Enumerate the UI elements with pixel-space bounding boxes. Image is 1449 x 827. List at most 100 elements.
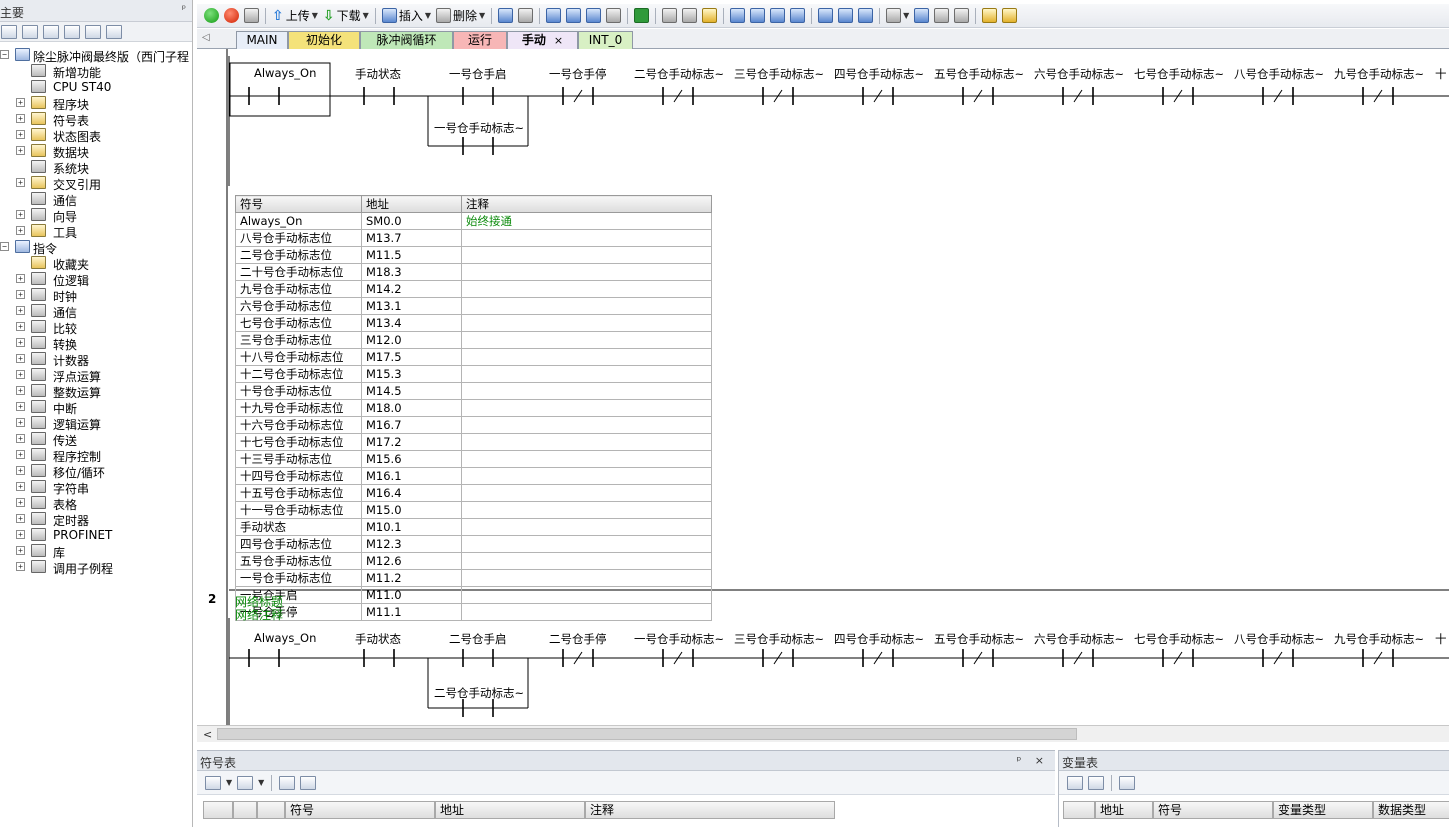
tree-item[interactable]: + 转换 — [0, 335, 193, 352]
create-pou-icon[interactable] — [279, 775, 296, 790]
contact-label[interactable]: 六号仓手动标志~ — [1034, 66, 1124, 82]
contact-label[interactable]: 十 — [1435, 631, 1447, 647]
compile-button[interactable] — [243, 7, 260, 25]
tree-item[interactable]: + 传送 — [0, 431, 193, 448]
insert-down-branch-button[interactable] — [749, 7, 766, 25]
contact-label[interactable]: 四号仓手动标志~ — [834, 631, 924, 647]
block-button[interactable] — [545, 7, 562, 25]
expand-icon[interactable]: + — [16, 546, 25, 555]
contact-label[interactable]: Always_On — [254, 631, 316, 645]
tab-5[interactable]: INT_0 — [578, 31, 633, 49]
delete-row-dropdown-icon[interactable]: ▼ — [258, 778, 264, 787]
contact-label[interactable]: Always_On — [254, 66, 316, 80]
expand-icon[interactable]: + — [16, 354, 25, 363]
insert-coil-button[interactable] — [837, 7, 854, 25]
contact-label[interactable]: 九号仓手动标志~ — [1334, 66, 1424, 82]
tree-item[interactable]: + 数据块 — [0, 143, 193, 160]
tree-item[interactable]: + 调用子例程 — [0, 559, 193, 576]
tree-item[interactable]: 系统块 — [0, 159, 193, 176]
tree-item[interactable]: + 整数运算 — [0, 383, 193, 400]
tree-item[interactable]: − 指令 — [0, 239, 193, 256]
expand-icon[interactable]: + — [16, 98, 25, 107]
expand-icon[interactable]: + — [16, 562, 25, 571]
tree-item[interactable]: + 向导 — [0, 207, 193, 224]
tree-item[interactable]: + 位逻辑 — [0, 271, 193, 288]
apply-icon[interactable] — [300, 775, 317, 790]
tree-item[interactable]: + 时钟 — [0, 287, 193, 304]
expand-icon[interactable]: + — [16, 498, 25, 507]
tree-item[interactable]: + 交叉引用 — [0, 175, 193, 192]
symbol-table-controls[interactable]: ᵖ × — [1017, 754, 1049, 767]
expand-icon[interactable]: + — [16, 482, 25, 491]
tree-item[interactable]: 通信 — [0, 191, 193, 208]
expand-icon[interactable]: + — [16, 338, 25, 347]
tree-item[interactable]: + 程序控制 — [0, 447, 193, 464]
tab-4[interactable]: 手动 × — [507, 31, 578, 49]
delete-dropdown-icon[interactable]: ▼ — [479, 11, 485, 20]
contact-label[interactable]: 五号仓手动标志~ — [934, 631, 1024, 647]
tree-item[interactable]: + 状态图表 — [0, 127, 193, 144]
contact-label[interactable]: 三号仓手动标志~ — [734, 631, 824, 647]
properties-button[interactable] — [1001, 7, 1018, 25]
tab-0[interactable]: MAIN — [236, 31, 288, 49]
tree-item[interactable]: + 定时器 — [0, 511, 193, 528]
protect-button[interactable] — [681, 7, 698, 25]
contact-label[interactable]: 二号仓手动标志~ — [634, 66, 724, 82]
tree-item[interactable]: + 浮点运算 — [0, 367, 193, 384]
insert-right-line-button[interactable] — [789, 7, 806, 25]
contact-label[interactable]: 八号仓手动标志~ — [1234, 631, 1324, 647]
insert-button[interactable]: 插入 ▼ — [381, 7, 432, 25]
contact-label[interactable]: 五号仓手动标志~ — [934, 66, 1024, 82]
expand-icon[interactable]: + — [16, 386, 25, 395]
collapse-icon[interactable]: − — [0, 242, 9, 251]
apply-variable-icon[interactable] — [1119, 775, 1135, 790]
upload-button[interactable]: ⇧ 上传 ▼ — [271, 7, 319, 25]
insert-contact-button[interactable] — [817, 7, 834, 25]
tab-3[interactable]: 运行 — [453, 31, 507, 49]
stop-button[interactable] — [223, 7, 240, 25]
expand-icon[interactable]: + — [16, 130, 25, 139]
tree-item[interactable]: + 通信 — [0, 303, 193, 320]
tree-item[interactable]: + 表格 — [0, 495, 193, 512]
tree-item[interactable]: + 比较 — [0, 319, 193, 336]
contact-label[interactable]: 九号仓手动标志~ — [1334, 631, 1424, 647]
tree-item[interactable]: + PROFINET — [0, 527, 193, 543]
insert-variable-icon[interactable] — [1067, 775, 1083, 790]
view-comm-icon[interactable] — [106, 24, 122, 39]
contact-label[interactable]: 六号仓手动标志~ — [1034, 631, 1124, 647]
goto-back-button[interactable] — [565, 7, 582, 25]
goto-button[interactable] — [633, 7, 650, 25]
view-data-icon[interactable] — [64, 24, 80, 39]
branch-contact-label[interactable]: 二号仓手动标志~ — [434, 685, 524, 701]
tree-item[interactable]: + 中断 — [0, 399, 193, 416]
expand-icon[interactable]: + — [16, 450, 25, 459]
tab-scroll-left-icon[interactable]: ◁ — [202, 32, 210, 43]
expand-icon[interactable]: + — [16, 274, 25, 283]
download-button[interactable]: ⇩ 下载 ▼ — [322, 7, 370, 25]
delete-variable-icon[interactable] — [1088, 775, 1104, 790]
tree-item[interactable]: + 库 — [0, 543, 193, 560]
branch-contact-label[interactable]: 一号仓手动标志~ — [434, 120, 524, 136]
unprotect-button[interactable] — [701, 7, 718, 25]
expand-icon[interactable]: + — [16, 226, 25, 235]
expand-icon[interactable]: + — [16, 434, 25, 443]
add-row-icon[interactable] — [205, 775, 221, 790]
view-blocks-icon[interactable] — [43, 24, 59, 39]
expand-icon[interactable]: + — [16, 466, 25, 475]
insert-down-line-button[interactable] — [729, 7, 746, 25]
expand-icon[interactable]: + — [16, 514, 25, 523]
insert-dropdown-icon[interactable]: ▼ — [425, 11, 431, 20]
contact-label[interactable]: 七号仓手动标志~ — [1134, 66, 1224, 82]
expand-icon[interactable]: + — [16, 290, 25, 299]
addressing-button[interactable] — [953, 7, 970, 25]
network-comment[interactable]: 网络注释 — [235, 606, 283, 623]
add-row-dropdown-icon[interactable]: ▼ — [226, 778, 232, 787]
ladder-editor[interactable]: Always_On 手动状态 一号仓手启 一号仓手停 二号仓手动标志~ 三号仓手动标志~ 四… — [197, 49, 1449, 725]
view-status-icon[interactable] — [85, 24, 101, 39]
expand-icon[interactable]: + — [16, 178, 25, 187]
view-project-icon[interactable] — [1, 24, 17, 39]
upload-dropdown-icon[interactable]: ▼ — [312, 11, 318, 20]
tree-item[interactable]: + 计数器 — [0, 351, 193, 368]
contact-label[interactable]: 一号仓手停 — [549, 66, 607, 82]
tree-item[interactable]: 收藏夹 — [0, 255, 193, 272]
